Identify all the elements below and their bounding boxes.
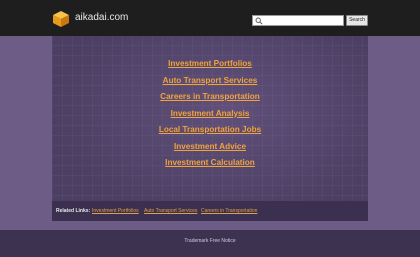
link-investment-calculation[interactable]: Investment Calculation — [52, 156, 368, 173]
link-investment-analysis[interactable]: Investment Analysis — [52, 107, 368, 124]
related-link-auto-transport-services[interactable]: Auto Transport Services — [144, 208, 197, 214]
search-button[interactable]: Search — [346, 15, 368, 26]
related-link-investment-portfolios[interactable]: Investment Portfolios — [92, 208, 139, 214]
related-link-careers-in-transportation[interactable]: Careers in Transportation — [201, 208, 257, 214]
link-investment-portfolios[interactable]: Investment Portfolios — [52, 57, 368, 74]
cube-logo-icon[interactable] — [52, 10, 70, 28]
search-icon — [255, 17, 263, 25]
link-auto-transport-services[interactable]: Auto Transport Services — [52, 74, 368, 91]
footer: Trademark Free Notice — [0, 230, 420, 257]
search-box[interactable] — [252, 15, 344, 26]
trademark-notice-link[interactable]: Trademark Free Notice — [0, 238, 420, 244]
link-local-transportation-jobs[interactable]: Local Transportation Jobs — [52, 123, 368, 140]
link-investment-advice[interactable]: Investment Advice — [52, 140, 368, 157]
link-careers-in-transportation[interactable]: Careers in Transportation — [52, 90, 368, 107]
related-links-label: Related Links: — [56, 208, 91, 214]
search-input[interactable] — [264, 16, 342, 25]
top-bar: aikadai.com Search — [0, 0, 420, 36]
site-name[interactable]: aikadai.com — [75, 12, 128, 23]
related-links-bar: Related Links: Investment Portfolios Aut… — [52, 201, 368, 221]
link-list: Investment Portfolios Auto Transport Ser… — [52, 57, 368, 173]
